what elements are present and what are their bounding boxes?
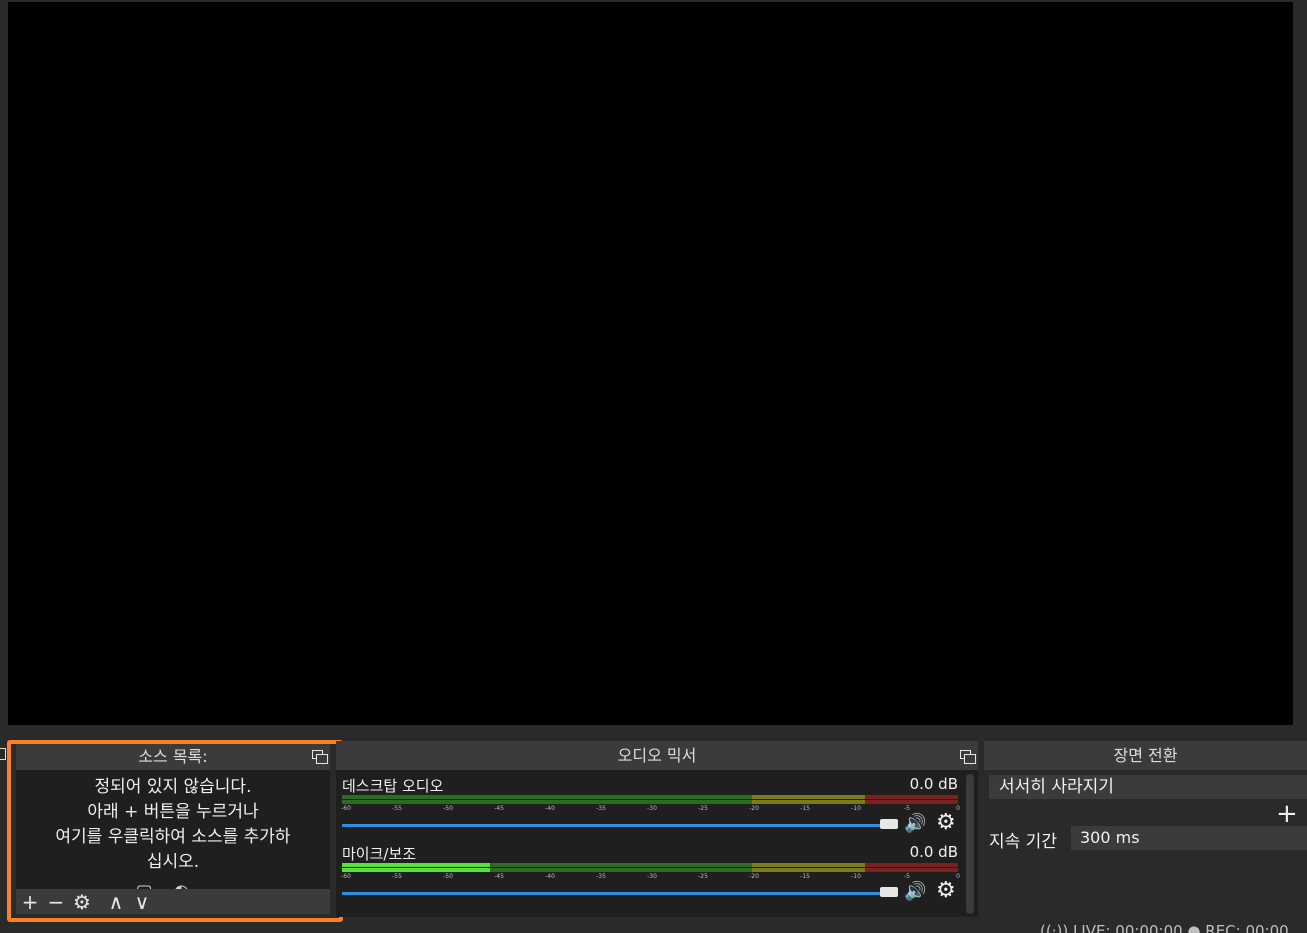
empty-line-2: 아래 + 버튼을 누르거나	[87, 802, 259, 822]
meter-tick-label: -20	[749, 805, 759, 812]
duration-label: 지속 기간	[989, 832, 1057, 852]
channel-name: 데스크탑 오디오	[342, 777, 444, 795]
undock-icon[interactable]	[312, 750, 328, 764]
meter-tick-label: -55	[392, 805, 402, 812]
meter-tick-label: -5	[904, 873, 910, 880]
add-transition-button[interactable]: +	[1276, 799, 1298, 829]
meter-tick-label: -50	[443, 873, 453, 880]
empty-line-3: 여기를 우클릭하여 소스를 추가하	[55, 827, 291, 847]
mixer-title: 오디오 믹서	[336, 741, 978, 770]
transition-select[interactable]: 서서히 사라지기	[989, 775, 1307, 799]
channel-name: 마이크/보조	[342, 845, 417, 863]
meter-tick-label: -30	[647, 805, 657, 812]
sources-empty-message[interactable]: 정되어 있지 않습니다. 아래 + 버튼을 누르거나 여기를 우클릭하여 소스를…	[16, 771, 330, 889]
meter-tick-label: -25	[698, 805, 708, 812]
empty-line-4: 십시오.	[146, 852, 200, 872]
sources-dock: 소스 목록: 정되어 있지 않습니다. 아래 + 버튼을 누르거나 여기를 우클…	[16, 743, 330, 914]
transition-title: 장면 전환	[984, 741, 1307, 770]
meter-ticks: -60 -55 -50 -45 -40 -35 -30 -25 -20 -15 -10 -5 0	[341, 873, 960, 885]
meter-tick-label: -20	[749, 873, 759, 880]
sources-title-label: 소스 목록:	[138, 747, 208, 766]
mixer-title-label: 오디오 믹서	[617, 746, 697, 765]
meter-level	[342, 863, 490, 867]
meter-tick-label: -15	[800, 873, 810, 880]
meter-tick-label: -35	[596, 873, 606, 880]
sources-title: 소스 목록:	[16, 743, 330, 770]
empty-line-1: 정되어 있지 않습니다.	[94, 777, 252, 797]
preview-canvas[interactable]	[8, 2, 1293, 725]
gear-icon[interactable]: ⚙	[936, 879, 960, 903]
scene-transition-dock: 장면 전환 서서히 사라지기 + 지속 기간 300 ms	[984, 741, 1307, 917]
speaker-icon[interactable]: 🔊	[904, 881, 928, 903]
gear-icon[interactable]: ⚙	[936, 811, 960, 835]
meter-tick-label: -10	[851, 873, 861, 880]
mixer-channel-desktop: 데스크탑 오디오 0.0 dB -60 -55 -50 -45 -40 -35 -30 -25…	[341, 775, 962, 841]
channel-db: 0.0 dB	[909, 775, 958, 793]
meter-tick-label: -5	[904, 805, 910, 812]
volume-slider[interactable]	[342, 824, 880, 827]
meter-tick-label: -10	[851, 805, 861, 812]
status-bar: ((·)) LIVE: 00:00:00 ● REC: 00:00	[1040, 922, 1289, 933]
meter-tick-label: -45	[494, 873, 504, 880]
source-type-icons: ▢▭◐▭	[16, 879, 330, 889]
meter-tick-label: -30	[647, 873, 657, 880]
meter-tick-label: -15	[800, 805, 810, 812]
undock-icon[interactable]	[960, 750, 976, 764]
source-settings-gear-icon[interactable]: ⚙	[72, 891, 92, 913]
mixer-channel-mic: 마이크/보조 0.0 dB -60 -55 -50 -45 -40 -35 -30 -25 -2…	[341, 843, 962, 909]
meter-tick-label: -25	[698, 873, 708, 880]
meter-tick-label: -45	[494, 805, 504, 812]
transition-title-label: 장면 전환	[1113, 746, 1178, 765]
duration-input[interactable]: 300 ms	[1071, 826, 1307, 850]
meter-tick-label: -60	[341, 873, 351, 880]
sources-toolbar: + − ⚙ ∧ ∨	[16, 889, 330, 914]
move-up-button[interactable]: ∧	[106, 891, 126, 913]
volume-slider-handle[interactable]	[880, 887, 898, 897]
remove-source-button[interactable]: −	[46, 891, 66, 913]
meter-tick-label: -40	[545, 805, 555, 812]
meter-tick-label: -55	[392, 873, 402, 880]
move-down-button[interactable]: ∨	[132, 891, 152, 913]
channel-db: 0.0 dB	[909, 843, 958, 861]
mixer-scrollbar[interactable]	[966, 774, 974, 914]
meter-level	[342, 868, 490, 872]
add-source-button[interactable]: +	[20, 891, 40, 913]
meter-tick-label: -35	[596, 805, 606, 812]
volume-slider[interactable]	[342, 892, 880, 895]
meter-tick-label: -40	[545, 873, 555, 880]
volume-slider-handle[interactable]	[880, 819, 898, 829]
meter-ticks: -60 -55 -50 -45 -40 -35 -30 -25 -20 -15 -10 -5 0	[341, 805, 960, 817]
meter-tick-label: -50	[443, 805, 453, 812]
meter-tick-label: -60	[341, 805, 351, 812]
speaker-icon[interactable]: 🔊	[904, 813, 928, 835]
dock-float-icon-edge[interactable]	[0, 748, 6, 760]
audio-mixer-dock: 오디오 믹서 데스크탑 오디오 0.0 dB -60 -55 -50 -45 -40 -3…	[336, 741, 978, 917]
